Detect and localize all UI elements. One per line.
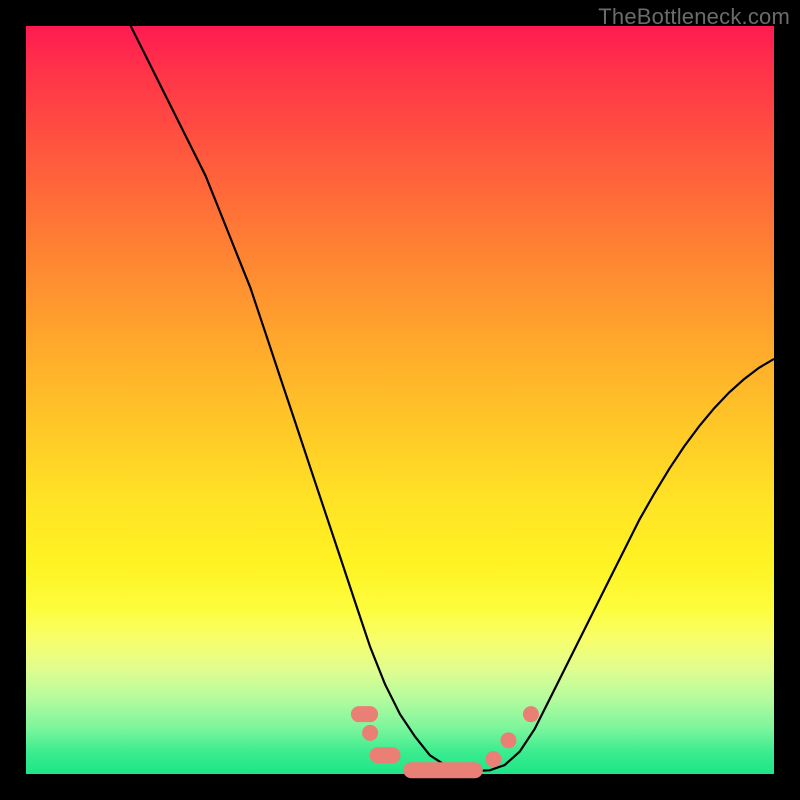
chart-marker bbox=[403, 762, 483, 778]
chart-svg bbox=[26, 26, 774, 774]
chart-marker bbox=[362, 725, 378, 741]
chart-marker bbox=[486, 751, 502, 767]
chart-markers bbox=[351, 706, 539, 778]
chart-marker bbox=[500, 732, 516, 748]
watermark-text: TheBottleneck.com bbox=[598, 4, 790, 30]
chart-marker bbox=[523, 706, 539, 722]
chart-plot-area bbox=[26, 26, 774, 774]
chart-curve bbox=[131, 26, 774, 771]
chart-marker bbox=[351, 706, 378, 722]
chart-marker bbox=[370, 747, 401, 763]
chart-frame: TheBottleneck.com bbox=[0, 0, 800, 800]
